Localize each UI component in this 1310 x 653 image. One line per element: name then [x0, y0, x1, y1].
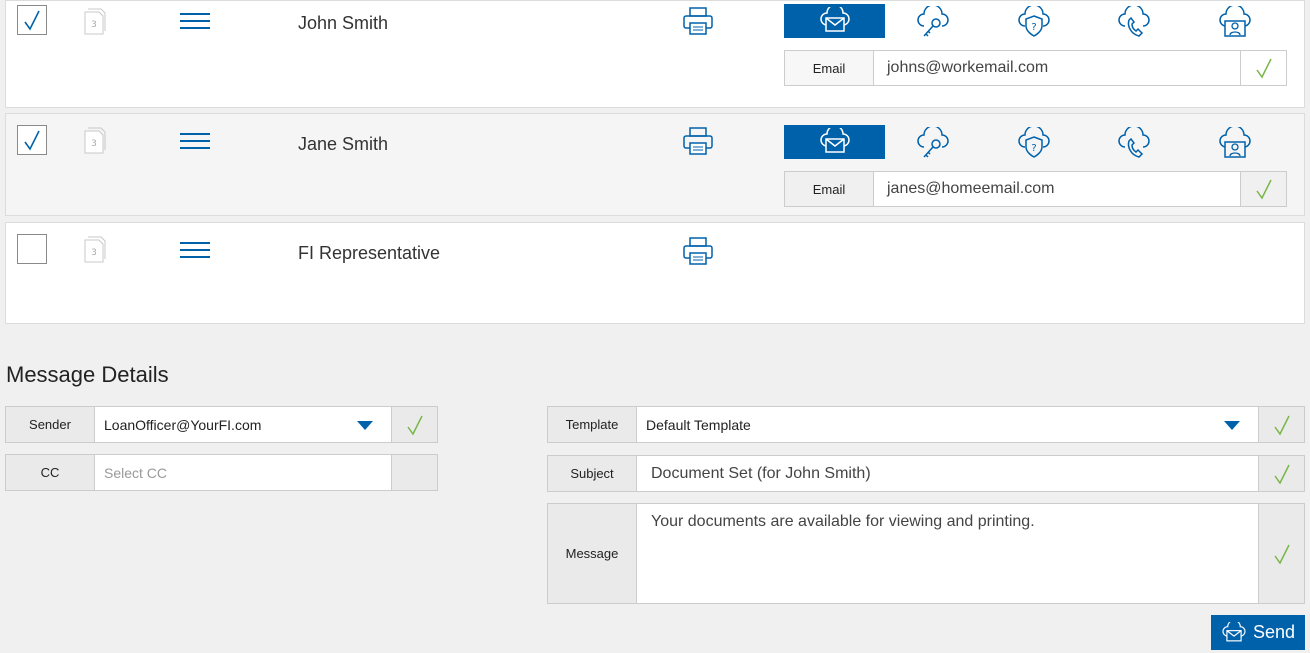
checkmark-icon — [1273, 544, 1290, 564]
cloud-phone-icon[interactable] — [1117, 127, 1151, 161]
recipient-card: 3 Jane Smith ? Email janes@homeemail.com — [5, 113, 1305, 216]
message-field: Message Your documents are available for… — [547, 503, 1305, 604]
cloud-key-icon[interactable] — [916, 6, 950, 40]
checkmark-icon — [1273, 415, 1290, 435]
cloud-mail-icon — [819, 7, 850, 32]
recipient-checkbox[interactable] — [17, 234, 47, 264]
cloud-shield-question-icon[interactable]: ? — [1017, 127, 1051, 161]
address-label: Email — [785, 172, 874, 206]
cloud-mail-icon — [819, 128, 850, 153]
cloud-key-icon[interactable] — [916, 127, 950, 161]
send-label: Send — [1252, 622, 1296, 642]
channel-email-button[interactable] — [784, 4, 885, 38]
printer-icon[interactable] — [682, 126, 714, 156]
sender-label: Sender — [6, 407, 95, 442]
cloud-user-icon[interactable] — [1218, 6, 1252, 40]
subject-label: Subject — [548, 456, 637, 491]
checkmark-icon — [24, 130, 40, 151]
checkmark-icon — [24, 10, 40, 31]
address-valid — [1241, 51, 1286, 85]
template-label: Template — [548, 407, 637, 442]
sender-select[interactable]: LoanOfficer@YourFI.com — [95, 407, 392, 442]
checkmark-icon — [406, 415, 423, 435]
sender-valid — [392, 407, 437, 442]
channel-email-button[interactable] — [784, 125, 885, 159]
menu-icon[interactable] — [180, 132, 210, 152]
dropdown-caret-icon[interactable] — [1224, 421, 1240, 430]
message-label: Message — [548, 504, 637, 603]
document-count-icon[interactable]: 3 — [82, 8, 106, 36]
message-textarea[interactable]: Your documents are available for viewing… — [637, 504, 1259, 603]
cc-label: CC — [6, 455, 95, 490]
template-field: Template Default Template — [547, 406, 1305, 443]
address-field: Email janes@homeemail.com — [784, 171, 1287, 207]
cc-field: CC Select CC — [5, 454, 438, 491]
cloud-shield-question-icon[interactable]: ? — [1017, 6, 1051, 40]
subject-valid — [1259, 456, 1304, 491]
dropdown-caret-icon[interactable] — [357, 421, 373, 430]
recipient-checkbox[interactable] — [17, 5, 47, 35]
svg-text:?: ? — [1031, 143, 1036, 154]
menu-icon[interactable] — [180, 241, 210, 261]
message-valid — [1259, 504, 1304, 603]
document-count-icon[interactable]: 3 — [82, 236, 106, 264]
svg-text:3: 3 — [91, 20, 97, 30]
recipient-name: Jane Smith — [298, 134, 389, 154]
cloud-phone-icon[interactable] — [1117, 6, 1151, 40]
recipient-checkbox[interactable] — [17, 125, 47, 155]
cc-status — [392, 455, 437, 490]
svg-text:3: 3 — [91, 248, 97, 258]
checkmark-icon — [1255, 179, 1272, 200]
template-valid — [1259, 407, 1304, 442]
checkmark-icon — [1273, 464, 1290, 484]
checkmark-icon — [1255, 58, 1272, 79]
recipient-name: John Smith — [298, 13, 389, 33]
address-input[interactable]: janes@homeemail.com — [874, 172, 1241, 206]
document-count-icon[interactable]: 3 — [82, 127, 106, 155]
printer-icon[interactable] — [682, 6, 714, 36]
address-field: Email johns@workemail.com — [784, 50, 1287, 86]
recipient-name: FI Representative — [298, 243, 441, 263]
address-label: Email — [785, 51, 874, 85]
subject-field: Subject Document Set (for John Smith) — [547, 455, 1305, 492]
template-select[interactable]: Default Template — [637, 407, 1259, 442]
template-value: Default Template — [646, 416, 751, 433]
printer-icon[interactable] — [682, 236, 714, 266]
svg-text:?: ? — [1031, 22, 1036, 33]
address-input[interactable]: johns@workemail.com — [874, 51, 1241, 85]
sender-value: LoanOfficer@YourFI.com — [104, 416, 262, 433]
address-valid — [1241, 172, 1286, 206]
send-button[interactable]: Send — [1211, 615, 1305, 650]
section-title: Message Details — [6, 362, 169, 387]
recipient-card: 3 John Smith ? Email johns@workemail.com — [5, 0, 1305, 108]
recipient-card: 3 FI Representative — [5, 222, 1305, 324]
sender-field: Sender LoanOfficer@YourFI.com — [5, 406, 438, 443]
cc-input[interactable]: Select CC — [95, 455, 392, 490]
subject-input[interactable]: Document Set (for John Smith) — [637, 456, 1259, 491]
svg-text:3: 3 — [91, 139, 97, 149]
cloud-mail-icon — [1222, 621, 1246, 641]
cloud-user-icon[interactable] — [1218, 127, 1252, 161]
menu-icon[interactable] — [180, 12, 210, 32]
